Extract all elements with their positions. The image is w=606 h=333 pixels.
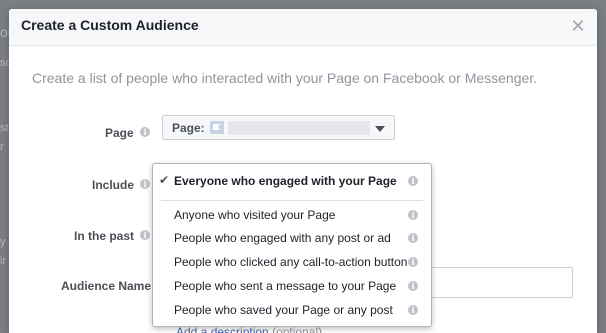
dropdown-option-label: Anyone who visited your Page [174, 208, 336, 222]
info-icon[interactable]: i [408, 257, 418, 267]
page-label: Page [105, 126, 134, 140]
dialog-intro-text: Create a list of people who interacted w… [32, 70, 538, 86]
backdrop-fragment: r [0, 141, 4, 153]
create-custom-audience-dialog: Create a Custom Audience ✕ Create a list… [9, 9, 597, 333]
info-icon[interactable]: i [408, 305, 418, 315]
dropdown-option-label: People who engaged with any post or ad [174, 231, 391, 245]
info-icon[interactable]: i [408, 176, 418, 186]
info-icon[interactable]: i [408, 210, 418, 220]
dropdown-option-visited-page[interactable]: Anyone who visited your Page i [153, 203, 431, 227]
dropdown-option-label: People who sent a message to your Page [174, 279, 397, 293]
backdrop-fragment: y [0, 236, 6, 248]
dropdown-option-label: Everyone who engaged with your Page [174, 174, 397, 188]
page-select-prefix: Page: [172, 121, 205, 135]
page-name-redacted [228, 121, 370, 135]
audience-name-label: Audience Name [61, 279, 152, 293]
backdrop-fragment: st [0, 122, 9, 134]
page-flag-icon [210, 121, 224, 134]
dropdown-option-engaged-post-or-ad[interactable]: People who engaged with any post or ad i [153, 226, 431, 250]
dropdown-divider [161, 200, 423, 201]
dropdown-option-clicked-cta[interactable]: People who clicked any call-to-action bu… [153, 250, 431, 274]
dialog-header: Create a Custom Audience ✕ [9, 9, 597, 46]
dropdown-option-sent-message[interactable]: People who sent a message to your Page i [153, 274, 431, 298]
info-icon[interactable]: i [140, 179, 150, 189]
info-icon[interactable]: i [140, 127, 150, 137]
include-dropdown-menu: ✔ Everyone who engaged with your Page i … [152, 163, 432, 327]
checkmark-icon: ✔ [159, 173, 170, 187]
in-the-past-label: In the past [74, 229, 135, 243]
dropdown-option-everyone-engaged[interactable]: ✔ Everyone who engaged with your Page i [153, 169, 431, 193]
dropdown-option-saved-page-or-post[interactable]: People who saved your Page or any post i [153, 298, 431, 322]
info-icon[interactable]: i [408, 281, 418, 291]
info-icon[interactable]: i [408, 233, 418, 243]
page-select-dropdown[interactable]: Page: [162, 115, 395, 140]
dropdown-option-label: People who clicked any call-to-action bu… [174, 255, 408, 269]
backdrop-fragment: ir [0, 255, 7, 267]
dialog-title: Create a Custom Audience [21, 17, 199, 33]
close-icon[interactable]: ✕ [569, 15, 587, 37]
info-icon[interactable]: i [140, 230, 150, 240]
dropdown-option-label: People who saved your Page or any post [174, 303, 393, 317]
include-label: Include [92, 178, 135, 192]
chevron-down-icon [375, 126, 385, 132]
